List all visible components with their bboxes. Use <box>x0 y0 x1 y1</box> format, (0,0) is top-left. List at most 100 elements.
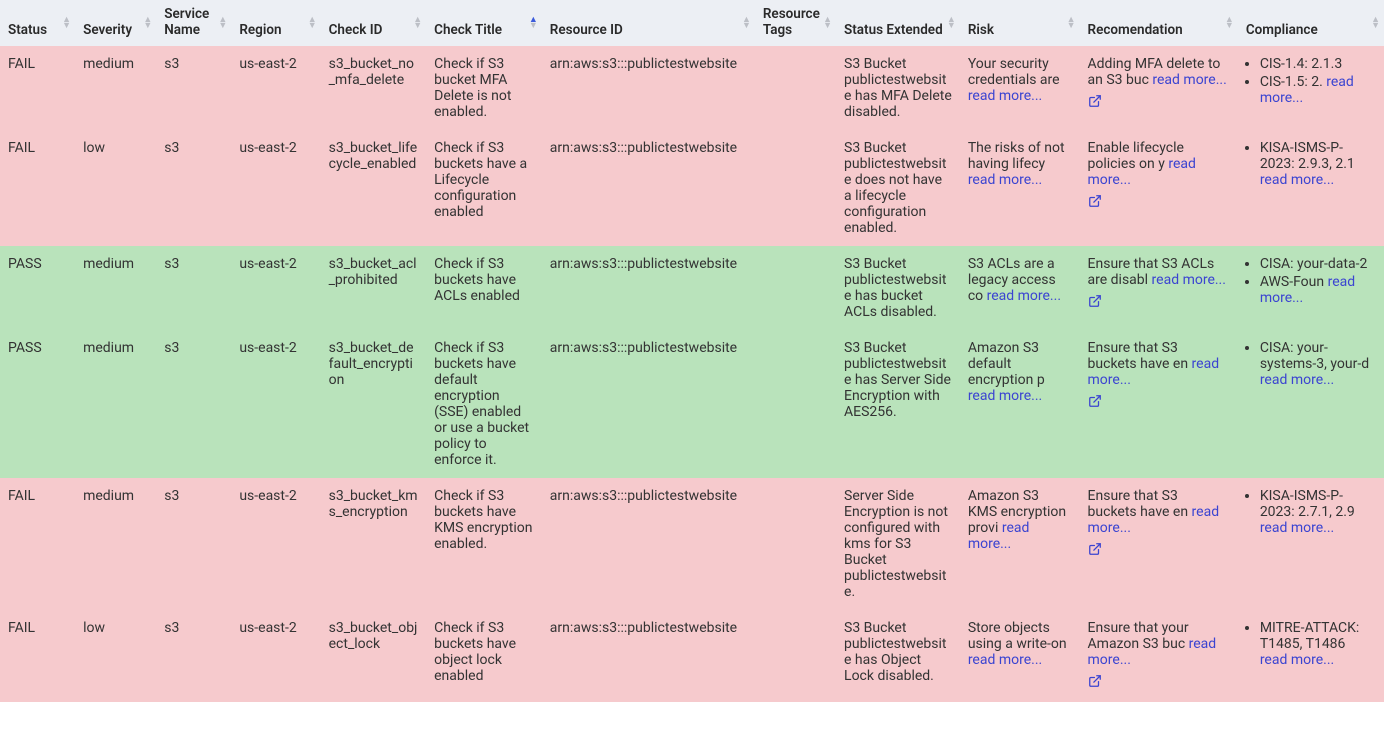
read-more-link[interactable]: read more... <box>968 172 1042 188</box>
cell-severity: low <box>75 610 156 702</box>
column-header-check_title[interactable]: Check Title▲▼ <box>426 0 542 46</box>
compliance-list: CISA: your-systems-3, your-d read more..… <box>1246 340 1376 388</box>
cell-service: s3 <box>156 246 231 330</box>
read-more-link[interactable]: read more... <box>968 88 1042 104</box>
sort-icon: ▲▼ <box>1225 17 1234 29</box>
table-row: FAILmediums3us-east-2s3_bucket_kms_encry… <box>0 478 1384 610</box>
cell-compliance: CIS-1.4: 2.1.3CIS-1.5: 2. read more... <box>1238 46 1384 130</box>
cell-tags <box>755 330 836 478</box>
external-link-icon[interactable] <box>1088 542 1102 556</box>
cell-service: s3 <box>156 46 231 130</box>
compliance-item: CIS-1.4: 2.1.3 <box>1260 56 1376 72</box>
read-more-link[interactable]: read more... <box>968 388 1042 404</box>
cell-check-id: s3_bucket_default_encryption <box>321 330 427 478</box>
cell-status-extended: S3 Bucket publictestwebsite has Server S… <box>836 330 960 478</box>
cell-resource-id: arn:aws:s3:::publictestwebsite <box>542 46 755 130</box>
compliance-item: KISA-ISMS-P-2023: 2.7.1, 2.9 read more..… <box>1260 488 1376 536</box>
sort-icon: ▲▼ <box>823 17 832 29</box>
cell-risk: The risks of not having lifecy read more… <box>960 130 1080 246</box>
column-header-status_ext[interactable]: Status Extended▲▼ <box>836 0 960 46</box>
cell-status: FAIL <box>0 46 75 130</box>
column-header-check_id[interactable]: Check ID▲▼ <box>321 0 427 46</box>
read-more-link[interactable]: read more... <box>987 288 1061 304</box>
cell-status: FAIL <box>0 610 75 702</box>
cell-region: us-east-2 <box>231 130 320 246</box>
cell-status: FAIL <box>0 130 75 246</box>
cell-risk: Amazon S3 default encryption p read more… <box>960 330 1080 478</box>
read-more-link[interactable]: read more... <box>968 652 1042 668</box>
sort-icon: ▲▼ <box>742 17 751 29</box>
column-header-risk[interactable]: Risk▲▼ <box>960 0 1080 46</box>
column-label: Resource Tags <box>763 6 820 38</box>
cell-recommendation: Adding MFA delete to an S3 buc read more… <box>1080 46 1238 130</box>
column-label: Recomendation <box>1088 22 1183 38</box>
cell-status-extended: S3 Bucket publictestwebsite does not hav… <box>836 130 960 246</box>
cell-resource-id: arn:aws:s3:::publictestwebsite <box>542 610 755 702</box>
column-label: Resource ID <box>550 22 623 38</box>
sort-icon: ▲▼ <box>1371 17 1380 29</box>
table-row: FAILmediums3us-east-2s3_bucket_no_mfa_de… <box>0 46 1384 130</box>
findings-table: Status▲▼ Severity ▲▼ Service Name▲▼ Region ▲▼… <box>0 0 1384 702</box>
column-label: Severity <box>83 22 132 38</box>
cell-status-extended: S3 Bucket publictestwebsite has MFA Dele… <box>836 46 960 130</box>
cell-check-title: Check if S3 buckets have KMS encryption … <box>426 478 542 610</box>
column-label: Compliance <box>1246 22 1318 38</box>
compliance-item: CISA: your-data-2 <box>1260 256 1376 272</box>
cell-compliance: KISA-ISMS-P-2023: 2.7.1, 2.9 read more..… <box>1238 478 1384 610</box>
cell-tags <box>755 478 836 610</box>
sort-icon: ▲▼ <box>308 17 317 29</box>
compliance-list: KISA-ISMS-P-2023: 2.9.3, 2.1 read more..… <box>1246 140 1376 188</box>
column-header-resource_id[interactable]: Resource ID ▲▼ <box>542 0 755 46</box>
read-more-link[interactable]: read more... <box>1260 652 1334 668</box>
column-header-recommendation[interactable]: Recomendation ▲▼ <box>1080 0 1238 46</box>
read-more-link[interactable]: read more... <box>1260 172 1334 188</box>
cell-recommendation: Enable lifecycle policies on y read more… <box>1080 130 1238 246</box>
compliance-list: CISA: your-data-2AWS-Foun read more... <box>1246 256 1376 306</box>
external-link-icon[interactable] <box>1088 394 1102 408</box>
column-header-severity[interactable]: Severity ▲▼ <box>75 0 156 46</box>
cell-status: FAIL <box>0 478 75 610</box>
cell-status: PASS <box>0 246 75 330</box>
cell-compliance: MITRE-ATTACK: T1485, T1486 read more... <box>1238 610 1384 702</box>
sort-icon: ▲▼ <box>62 17 71 29</box>
column-label: Risk <box>968 22 994 38</box>
column-header-tags[interactable]: Resource Tags▲▼ <box>755 0 836 46</box>
column-label: Check Title <box>434 22 502 38</box>
column-header-region[interactable]: Region ▲▼ <box>231 0 320 46</box>
compliance-list: KISA-ISMS-P-2023: 2.7.1, 2.9 read more..… <box>1246 488 1376 536</box>
external-link-icon[interactable] <box>1088 674 1102 688</box>
read-more-link[interactable]: read more... <box>1260 372 1334 388</box>
cell-check-id: s3_bucket_lifecycle_enabled <box>321 130 427 246</box>
cell-service: s3 <box>156 478 231 610</box>
cell-recommendation: Ensure that your Amazon S3 buc read more… <box>1080 610 1238 702</box>
table-body: FAILmediums3us-east-2s3_bucket_no_mfa_de… <box>0 46 1384 702</box>
column-label: Region <box>239 22 281 38</box>
external-link-icon[interactable] <box>1088 94 1102 108</box>
cell-check-id: s3_bucket_object_lock <box>321 610 427 702</box>
sort-icon: ▲▼ <box>947 17 956 29</box>
column-header-compliance[interactable]: Compliance ▲▼ <box>1238 0 1384 46</box>
read-more-link[interactable]: read more... <box>1260 520 1334 536</box>
cell-compliance: KISA-ISMS-P-2023: 2.9.3, 2.1 read more..… <box>1238 130 1384 246</box>
cell-tags <box>755 610 836 702</box>
cell-compliance: CISA: your-data-2AWS-Foun read more... <box>1238 246 1384 330</box>
compliance-list: CIS-1.4: 2.1.3CIS-1.5: 2. read more... <box>1246 56 1376 106</box>
read-more-link[interactable]: read more... <box>1152 72 1226 88</box>
cell-severity: medium <box>75 478 156 610</box>
cell-risk: Your security credentials are read more.… <box>960 46 1080 130</box>
read-more-link[interactable]: read more... <box>1152 272 1226 288</box>
cell-region: us-east-2 <box>231 330 320 478</box>
cell-severity: medium <box>75 46 156 130</box>
external-link-icon[interactable] <box>1088 194 1102 208</box>
external-link-icon[interactable] <box>1088 294 1102 308</box>
sort-icon: ▲▼ <box>413 17 422 29</box>
cell-recommendation: Ensure that S3 ACLs are disabl read more… <box>1080 246 1238 330</box>
cell-status: PASS <box>0 330 75 478</box>
cell-status-extended: S3 Bucket publictestwebsite has Object L… <box>836 610 960 702</box>
column-header-status[interactable]: Status▲▼ <box>0 0 75 46</box>
compliance-item: CISA: your-systems-3, your-d read more..… <box>1260 340 1376 388</box>
table-row: PASSmediums3us-east-2s3_bucket_default_e… <box>0 330 1384 478</box>
table-row: PASSmediums3us-east-2s3_bucket_acl_prohi… <box>0 246 1384 330</box>
column-header-service[interactable]: Service Name▲▼ <box>156 0 231 46</box>
sort-icon: ▲▼ <box>143 17 152 29</box>
